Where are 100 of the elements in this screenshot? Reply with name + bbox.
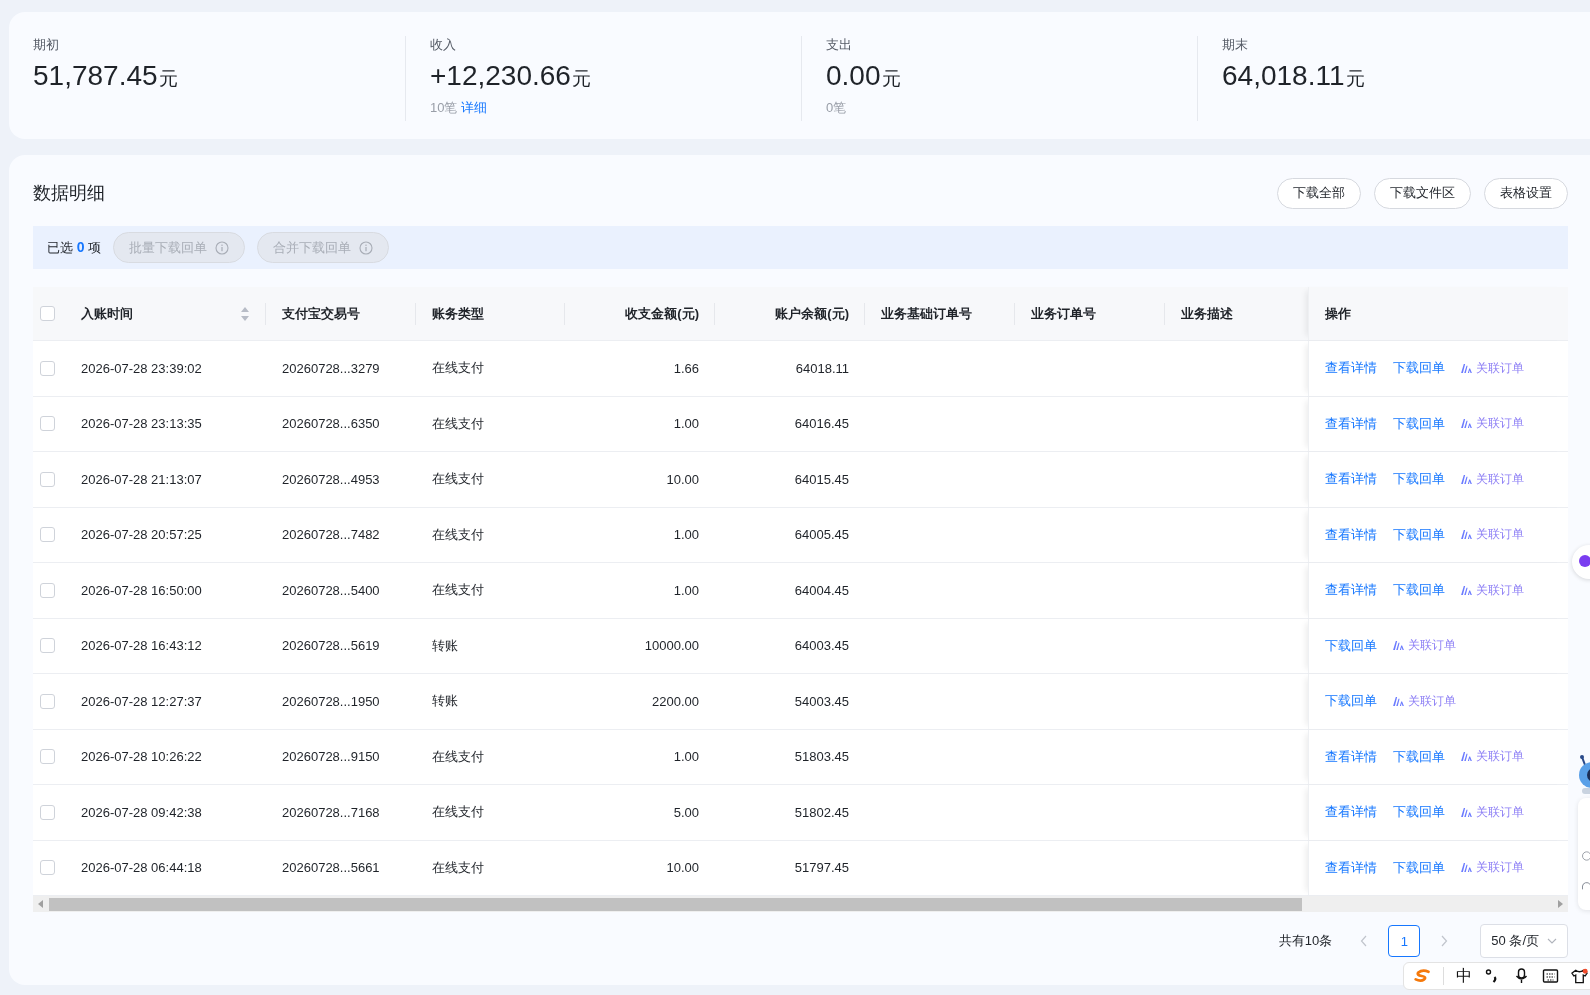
table-cell: 54003.45 xyxy=(794,693,849,709)
link-order-link[interactable]: 关联订单 xyxy=(1461,359,1524,377)
table-cell: 51803.45 xyxy=(794,749,849,765)
section-title: 数据明细 xyxy=(33,182,105,205)
stat-label: 期末 xyxy=(1222,36,1249,54)
link-order-link[interactable]: 关联订单 xyxy=(1461,581,1524,599)
link-order-link[interactable]: 关联订单 xyxy=(1461,803,1524,821)
column-header: 账务类型 xyxy=(432,304,484,323)
table-cell: 20260728...5400 xyxy=(282,582,380,598)
row-checkbox[interactable] xyxy=(40,749,55,765)
page-size-select[interactable]: 50 条/页 xyxy=(1480,924,1568,958)
table-cell: 2026-07-28 23:13:35 xyxy=(81,416,202,432)
toolbar-button[interactable]: 下载文件区 xyxy=(1374,177,1471,209)
sort-icon[interactable] xyxy=(240,305,250,322)
link-order-link[interactable]: 关联订单 xyxy=(1393,637,1456,655)
action-link[interactable]: 下载回单 xyxy=(1393,414,1445,433)
toolbar-button[interactable]: 下载全部 xyxy=(1277,177,1361,209)
row-checkbox[interactable] xyxy=(40,471,55,487)
action-link[interactable]: 查看详情 xyxy=(1325,359,1377,378)
table-cell: 转账 xyxy=(432,636,458,655)
action-link[interactable]: 下载回单 xyxy=(1393,581,1445,600)
action-link[interactable]: 下载回单 xyxy=(1393,803,1445,822)
link-order-link[interactable]: 关联订单 xyxy=(1393,692,1456,710)
table-cell: 在线支付 xyxy=(432,525,484,544)
table-cell: 2026-07-28 20:57:25 xyxy=(81,527,202,543)
action-link[interactable]: 查看详情 xyxy=(1325,747,1377,766)
table-cell: 1.66 xyxy=(673,360,699,376)
action-link[interactable]: 下载回单 xyxy=(1393,470,1445,489)
total-count: 共有10条 xyxy=(1278,932,1333,950)
action-link[interactable]: 查看详情 xyxy=(1325,858,1377,877)
table-cell: 在线支付 xyxy=(432,803,484,822)
table-cell: 2026-07-28 10:26:22 xyxy=(81,749,202,765)
horizontal-scrollbar[interactable] xyxy=(33,896,1568,912)
link-order-link[interactable]: 关联订单 xyxy=(1461,526,1524,544)
table-cell: 2026-07-28 12:27:37 xyxy=(81,693,202,709)
action-link[interactable]: 查看详情 xyxy=(1325,470,1377,489)
link-order-link[interactable]: 关联订单 xyxy=(1461,415,1524,433)
sparkle-icon xyxy=(1461,752,1472,762)
action-link[interactable]: 下载回单 xyxy=(1393,858,1445,877)
table-cell: 20260728...1950 xyxy=(282,693,380,709)
keyboard-icon[interactable] xyxy=(1542,968,1559,984)
shirt-icon[interactable] xyxy=(1571,968,1588,984)
caret-icon xyxy=(1547,938,1557,944)
sparkle-icon xyxy=(1461,585,1472,595)
stat-unit: 元 xyxy=(158,67,178,91)
detail-link[interactable]: 详细 xyxy=(461,99,488,117)
page-button[interactable]: 1 xyxy=(1388,925,1421,957)
table-cell: 2026-07-28 16:50:00 xyxy=(81,582,202,598)
row-checkbox[interactable] xyxy=(40,638,55,654)
row-checkbox[interactable] xyxy=(40,416,55,432)
action-link[interactable]: 下载回单 xyxy=(1393,359,1445,378)
row-checkbox[interactable] xyxy=(40,693,55,709)
table-cell: 在线支付 xyxy=(432,359,484,378)
link-order-link[interactable]: 关联订单 xyxy=(1461,859,1524,877)
row-checkbox[interactable] xyxy=(40,360,55,376)
table-cell: 10.00 xyxy=(666,860,699,876)
table-cell: 10000.00 xyxy=(644,638,699,654)
action-link[interactable]: 下载回单 xyxy=(1325,692,1377,711)
input-mode-toggle[interactable]: 中 xyxy=(1456,965,1472,987)
link-order-link[interactable]: 关联订单 xyxy=(1461,470,1524,488)
stat-unit: 元 xyxy=(571,67,591,91)
action-link[interactable]: 下载回单 xyxy=(1393,747,1445,766)
stat-amount: 0.00 xyxy=(826,60,881,92)
table-cell: 在线支付 xyxy=(432,747,484,766)
table-cell: 64015.45 xyxy=(794,471,849,487)
table-cell: 2200.00 xyxy=(652,693,699,709)
table-cell: 2026-07-28 21:13:07 xyxy=(81,471,202,487)
row-checkbox[interactable] xyxy=(40,860,55,876)
toolbar-button[interactable]: 表格设置 xyxy=(1484,177,1568,209)
table-cell: 2026-07-28 23:39:02 xyxy=(81,360,202,376)
s-logo-icon[interactable] xyxy=(1414,968,1431,984)
stat-count: 10笔 xyxy=(430,99,458,117)
table-cell: 1.00 xyxy=(673,416,699,432)
row-checkbox[interactable] xyxy=(40,804,55,820)
scroll-left-icon[interactable] xyxy=(38,900,44,908)
row-checkbox[interactable] xyxy=(40,527,55,543)
table-cell: 20260728...5661 xyxy=(282,860,380,876)
action-link[interactable]: 下载回单 xyxy=(1393,525,1445,544)
action-link[interactable]: 查看详情 xyxy=(1325,525,1377,544)
microphone-icon[interactable] xyxy=(1513,968,1530,984)
sparkle-icon xyxy=(1461,807,1472,817)
table-cell: 10.00 xyxy=(666,471,699,487)
table-cell: 在线支付 xyxy=(432,414,484,433)
info-icon xyxy=(359,240,374,255)
action-link[interactable]: 查看详情 xyxy=(1325,581,1377,600)
table-cell: 1.00 xyxy=(673,749,699,765)
action-link[interactable]: 查看详情 xyxy=(1325,414,1377,433)
stat-amount: 64,018.11 xyxy=(1222,60,1345,92)
table-cell: 20260728...7482 xyxy=(282,527,380,543)
link-order-link[interactable]: 关联订单 xyxy=(1461,748,1524,766)
select-all-checkbox[interactable] xyxy=(40,306,55,321)
stat-label: 支出 xyxy=(826,36,853,54)
sparkle-icon xyxy=(1461,363,1472,373)
scroll-right-icon[interactable] xyxy=(1557,900,1563,908)
next-page-icon[interactable] xyxy=(1440,935,1449,947)
row-checkbox[interactable] xyxy=(40,582,55,598)
previous-page-icon[interactable] xyxy=(1360,935,1369,947)
action-link[interactable]: 查看详情 xyxy=(1325,803,1377,822)
table-cell: 20260728...7168 xyxy=(282,804,380,820)
action-link[interactable]: 下载回单 xyxy=(1325,636,1377,655)
